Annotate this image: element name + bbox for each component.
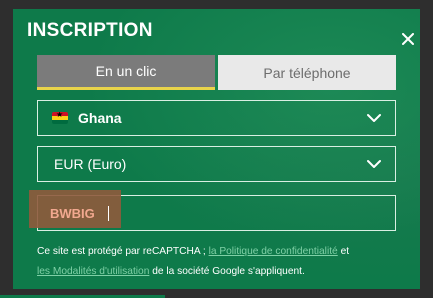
recaptcha-notice: Ce site est protégé par reCAPTCHA ; la P…: [37, 242, 407, 282]
currency-select[interactable]: EUR (Euro): [37, 146, 396, 182]
currency-value: EUR (Euro): [54, 156, 127, 172]
legal-prefix: Ce site est protégé par reCAPTCHA ;: [37, 246, 206, 257]
chevron-down-icon: [367, 114, 381, 122]
registration-tabs: En un clic Par téléphone: [37, 55, 397, 90]
text-caret: [108, 206, 109, 221]
form-title: INSCRIPTION: [27, 20, 153, 41]
country-value: Ghana: [78, 110, 122, 126]
tab-phone[interactable]: Par téléphone: [218, 55, 396, 90]
tab-one-click[interactable]: En un clic: [37, 55, 215, 90]
registration-panel: INSCRIPTION En un clic Par téléphone Gha…: [13, 9, 420, 289]
legal-connector: et: [340, 246, 350, 257]
chevron-down-icon: [367, 160, 381, 168]
bottom-bar: [0, 289, 433, 298]
legal-suffix: de la société Google s'appliquent.: [152, 266, 305, 277]
country-select[interactable]: Ghana: [37, 100, 396, 136]
terms-of-service-link[interactable]: les Modalités d'utilisation: [37, 266, 149, 277]
ghana-flag-icon: [52, 112, 68, 124]
close-icon[interactable]: [402, 33, 414, 45]
promo-code-field[interactable]: [29, 190, 396, 231]
promo-code-input[interactable]: [38, 196, 395, 230]
privacy-policy-link[interactable]: la Politique de confidentialité: [209, 246, 338, 257]
